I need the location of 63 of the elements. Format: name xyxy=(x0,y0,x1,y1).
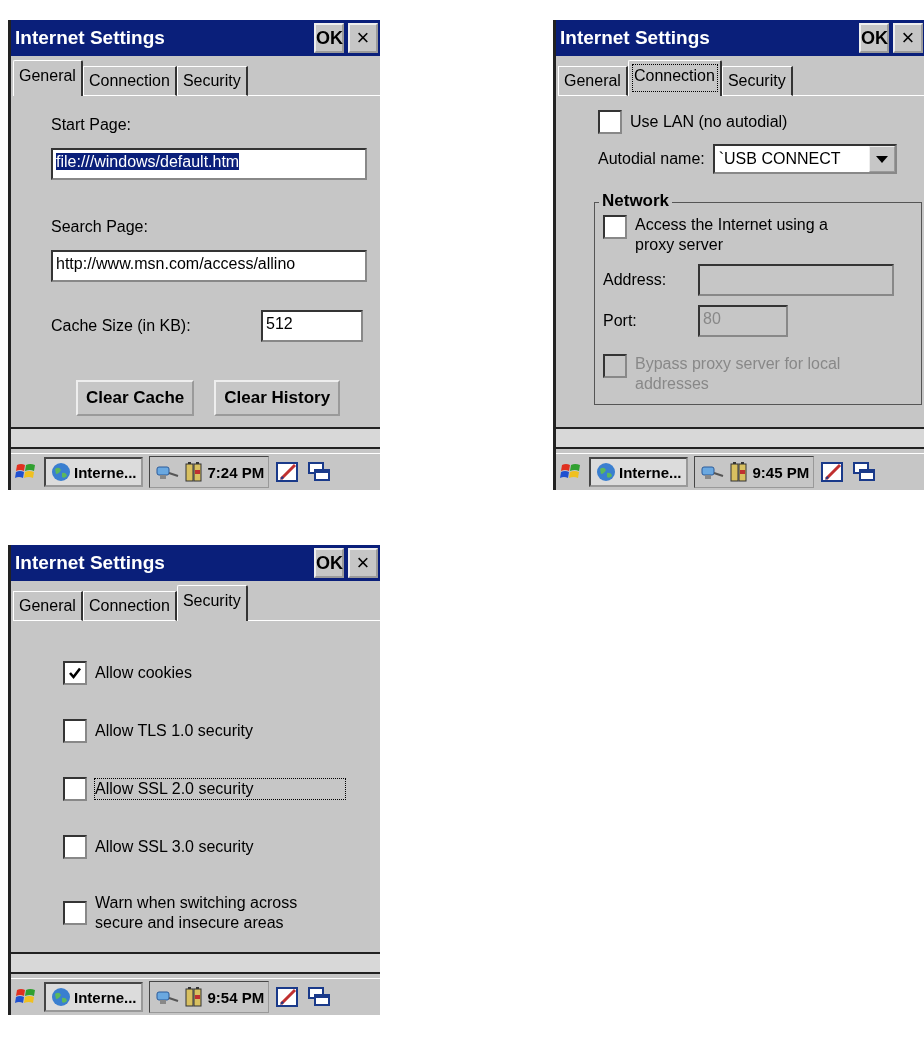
checkbox-label[interactable]: Warn when switching across secure and insecure areas xyxy=(95,893,345,933)
globe-icon[interactable] xyxy=(595,461,617,483)
field-label: Address: xyxy=(603,271,668,289)
scrollbar[interactable] xyxy=(11,427,380,449)
ok-button[interactable]: OK xyxy=(859,23,889,53)
checkbox[interactable] xyxy=(63,719,87,743)
battery-icon[interactable] xyxy=(183,460,204,484)
checkbox[interactable] xyxy=(598,110,622,134)
tab[interactable]: Connection xyxy=(82,591,177,621)
checkbox[interactable] xyxy=(63,835,87,859)
globe-icon[interactable] xyxy=(50,461,72,483)
checkbox[interactable] xyxy=(63,661,87,685)
text-field[interactable]: http://www.msn.com/access/allino xyxy=(51,250,367,282)
taskbar-button[interactable]: Interne... xyxy=(44,457,143,487)
field-label: Cache Size (in KB): xyxy=(51,317,191,335)
tab[interactable]: Connection xyxy=(82,66,177,96)
window-title: Internet Settings xyxy=(560,27,710,49)
checkbox-label[interactable]: Allow cookies xyxy=(95,663,345,683)
ok-button[interactable]: OK xyxy=(314,23,344,53)
windows-switch-icon[interactable] xyxy=(852,460,877,484)
tab[interactable]: General xyxy=(13,60,83,96)
taskbar-button[interactable]: Interne... xyxy=(589,457,688,487)
battery-icon[interactable] xyxy=(728,460,749,484)
tab[interactable]: General xyxy=(13,591,83,621)
scrollbar[interactable] xyxy=(556,427,924,449)
checkbox-label[interactable]: Use LAN (no autodial) xyxy=(630,113,788,131)
close-button[interactable]: × xyxy=(893,23,923,53)
checkbox[interactable] xyxy=(63,901,87,925)
windows-switch-icon[interactable] xyxy=(307,460,332,484)
close-button[interactable]: × xyxy=(348,548,378,578)
field-label: Start Page: xyxy=(51,116,133,134)
clock-time: 9:54 PM xyxy=(207,988,265,1006)
battery-icon[interactable] xyxy=(183,985,204,1009)
field-label: Port: xyxy=(603,312,638,330)
text-field[interactable]: file:///windows/default.htm xyxy=(51,148,367,180)
checkbox-label[interactable]: Allow SSL 3.0 security xyxy=(95,837,345,857)
window-title: Internet Settings xyxy=(15,552,165,574)
text-field[interactable]: 512 xyxy=(261,310,363,342)
tab[interactable]: Security xyxy=(176,585,248,621)
action-button[interactable]: Clear Cache xyxy=(76,380,195,416)
checkbox-label[interactable]: Allow SSL 2.0 security xyxy=(95,779,345,799)
field-label: Autodial name: xyxy=(598,150,705,168)
dropdown[interactable]: `USB CONNECT xyxy=(712,144,897,174)
tab[interactable]: Connection xyxy=(627,60,722,96)
globe-icon[interactable] xyxy=(50,986,72,1008)
ok-button[interactable]: OK xyxy=(314,548,344,578)
check-icon xyxy=(67,665,83,681)
clock-time: 7:24 PM xyxy=(207,463,265,481)
checkbox[interactable] xyxy=(63,777,87,801)
taskbar-button[interactable]: Interne... xyxy=(44,982,143,1012)
checkbox-label[interactable]: Access the Internet using a proxy server xyxy=(635,215,865,255)
close-button[interactable]: × xyxy=(348,23,378,53)
checkbox[interactable] xyxy=(603,215,627,239)
windows-switch-icon[interactable] xyxy=(307,985,332,1009)
window-title: Internet Settings xyxy=(15,27,165,49)
tab[interactable]: Security xyxy=(721,66,793,96)
tab[interactable]: Security xyxy=(176,66,248,96)
tab[interactable]: General xyxy=(558,66,628,96)
clock-time: 9:45 PM xyxy=(752,463,810,481)
action-button[interactable]: Clear History xyxy=(214,380,341,416)
checkbox-label[interactable]: Allow TLS 1.0 security xyxy=(95,721,345,741)
field-label: Search Page: xyxy=(51,218,149,236)
scrollbar[interactable] xyxy=(11,952,380,974)
